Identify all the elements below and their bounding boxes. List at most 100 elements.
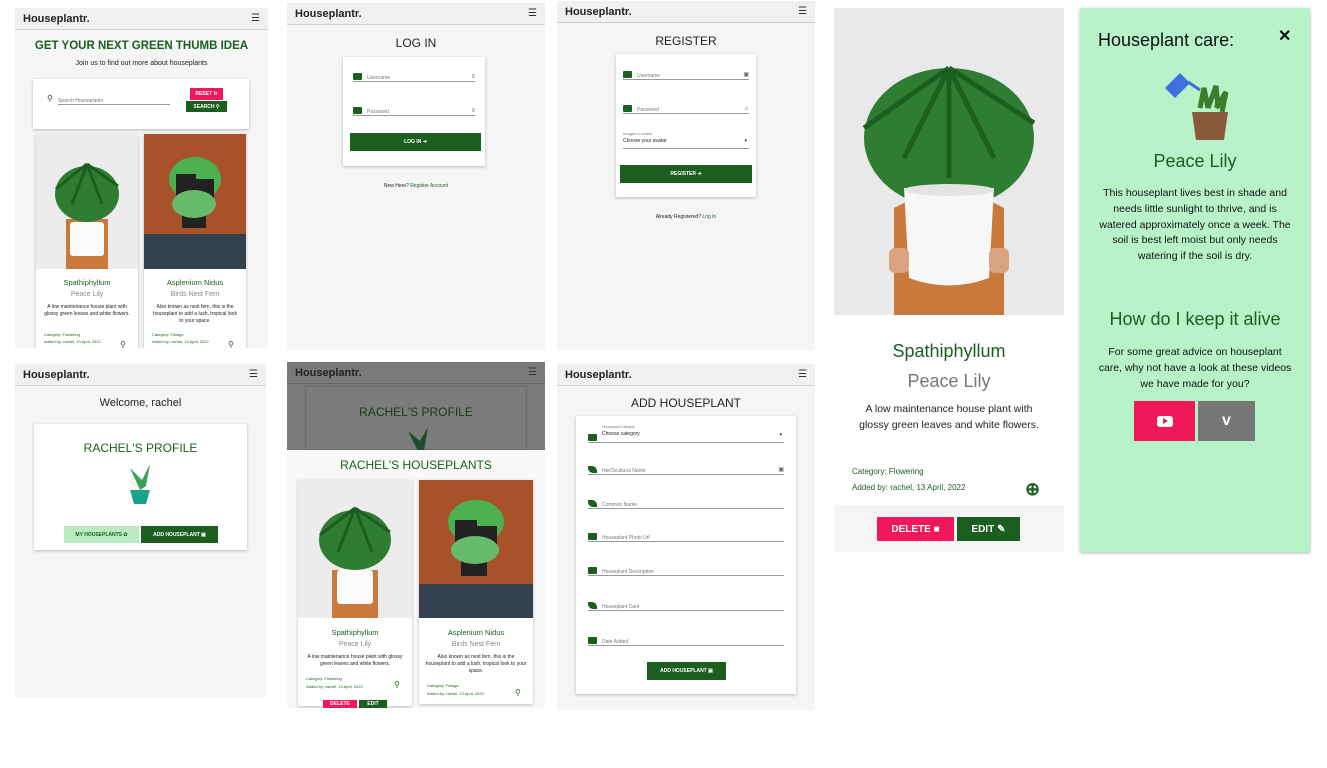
navbar: Houseplantr. ☰ — [557, 364, 815, 386]
calendar-icon — [588, 637, 597, 644]
brand-logo[interactable]: Houseplantr. — [565, 369, 632, 381]
edit-label: EDIT — [971, 523, 995, 535]
my-houseplants-label: MY HOUSEPLANTS — [75, 531, 122, 538]
user-icon — [353, 73, 362, 80]
password-field[interactable]: Password ≡ — [353, 104, 475, 116]
plant-added-by: Added by: rachel, 13 April, 2022 — [152, 339, 209, 344]
botanical-name-placeholder: Her/Scultural Name — [602, 468, 646, 474]
search-button[interactable]: SEARCH ⚲ — [186, 101, 227, 112]
plant-common-name: Birds Nest Fern — [451, 641, 501, 648]
common-name-placeholder: Common Name — [602, 502, 638, 508]
delete-button[interactable]: DELETE ■ — [877, 517, 954, 541]
menu-icon[interactable]: ☰ — [528, 8, 537, 19]
plant-detail-screen: Spathiphyllum Peace Lily A low maintenan… — [834, 8, 1064, 552]
fingerprint-icon: ☼ — [743, 106, 750, 112]
brand-logo[interactable]: Houseplantr. — [23, 369, 90, 381]
plant-card[interactable]: Asplenium Nidus Birds Nest Fern Also kno… — [144, 134, 246, 348]
avatar-select[interactable]: Choose your avatar ▾ — [623, 138, 749, 149]
menu-icon[interactable]: ☰ — [798, 6, 807, 17]
login-link[interactable]: Log In — [702, 214, 716, 220]
id-card-icon: ▣ — [778, 467, 784, 473]
navbar: Houseplantr. ☰ — [287, 3, 545, 25]
brand-logo[interactable]: Houseplantr. — [23, 13, 90, 25]
user-lock-icon — [353, 107, 362, 114]
plant-card[interactable]: Asplenium Nidus Birds Nest Fern Also kno… — [419, 480, 533, 704]
vimeo-button[interactable]: v — [1198, 401, 1255, 441]
edit-button[interactable]: EDIT ✎ — [957, 517, 1020, 541]
care-field[interactable]: Houseplant Care — [588, 599, 784, 611]
delete-button[interactable]: DELETE — [323, 700, 357, 708]
dimmed-profile-card: RACHEL'S PROFILE — [305, 386, 527, 451]
date-added-placeholder: Date Added — [602, 639, 629, 645]
caret-down-icon: ▾ — [779, 432, 782, 438]
common-name-field[interactable]: Common Name — [588, 497, 784, 509]
login-button[interactable]: LOG IN ➜ — [350, 133, 481, 151]
search-placeholder: Search Houseplants — [58, 98, 104, 104]
date-added-field[interactable]: Date Added — [588, 634, 784, 646]
id-card-icon: ▣ — [743, 72, 749, 78]
register-button-label: REGISTER — [670, 171, 696, 177]
leaf-icon — [588, 602, 597, 609]
edit-icon: ✎ — [997, 523, 1006, 535]
register-title: REGISTER — [655, 34, 717, 48]
search-card: ⚲ Search Houseplants RESET ↻ SEARCH ⚲ — [33, 79, 249, 129]
care-plant-name: Peace Lily — [1153, 151, 1237, 171]
zoom-icon[interactable]: ⚲ — [228, 340, 234, 348]
dimmed-avatar — [398, 427, 438, 451]
menu-icon[interactable]: ☰ — [798, 369, 807, 380]
plant-card[interactable]: Spathiphyllum Peace Lily A low maintenan… — [298, 480, 412, 708]
brand-logo[interactable]: Houseplantr. — [295, 367, 362, 379]
close-icon[interactable]: ✕ — [1278, 26, 1291, 46]
list-icon: ≡ — [471, 108, 475, 114]
reset-button[interactable]: RESET ↻ — [190, 88, 223, 100]
plant-category: Category: Foliage — [152, 332, 184, 337]
plant-photo — [419, 480, 533, 618]
username-field[interactable]: Username ▣ — [623, 68, 749, 80]
register-link[interactable]: Register Account — [410, 183, 448, 189]
folder-icon — [588, 434, 597, 441]
register-button[interactable]: REGISTER ➜ — [620, 165, 752, 183]
add-houseplant-button[interactable]: ADD HOUSEPLANT ▣ — [141, 526, 218, 543]
menu-icon[interactable]: ☰ — [251, 13, 260, 24]
youtube-button[interactable] — [1134, 401, 1195, 441]
category-select[interactable]: Choose category ▾ — [588, 431, 784, 443]
plant-added-by: Added by: rachel, 13 April, 2022 — [44, 339, 101, 344]
vimeo-icon: v — [1222, 412, 1231, 429]
delete-label: DELETE — [891, 523, 931, 535]
plant-card[interactable]: Spathiphyllum Peace Lily A low maintenan… — [36, 134, 138, 348]
detail-plant-photo — [834, 8, 1064, 315]
image-icon — [588, 533, 597, 540]
navbar: Houseplantr. ☰ — [15, 8, 268, 30]
brand-logo[interactable]: Houseplantr. — [295, 8, 362, 20]
search-icon: ⚲ — [47, 94, 53, 103]
edit-button[interactable]: EDIT — [359, 700, 387, 708]
menu-icon[interactable]: ☰ — [528, 367, 537, 378]
plant-photo — [144, 134, 246, 269]
zoom-icon[interactable]: ⚲ — [394, 680, 400, 689]
username-field[interactable]: Username ≡ — [353, 70, 475, 82]
my-houseplants-button[interactable]: MY HOUSEPLANTS ✿ — [64, 526, 139, 543]
detail-category: Category: Flowering — [852, 467, 924, 476]
zoom-icon[interactable]: ⚲ — [120, 340, 126, 348]
add-houseplant-label: ADD HOUSEPLANT — [153, 531, 200, 538]
add-houseplant-submit[interactable]: ADD HOUSEPLANT ▣ — [647, 662, 726, 680]
brand-logo[interactable]: Houseplantr. — [565, 6, 632, 18]
search-input[interactable]: Search Houseplants — [58, 93, 170, 105]
avatar-select-label: Images to select — [623, 131, 653, 136]
menu-icon[interactable]: ☰ — [249, 369, 258, 380]
description-field[interactable]: Houseplant Description — [588, 564, 784, 576]
zoom-in-icon[interactable]: ⊕ — [1025, 479, 1040, 500]
password-placeholder: Password — [637, 107, 659, 113]
avatar-select-value: Choose your avatar — [623, 138, 667, 144]
navbar: Houseplantr. ☰ — [557, 1, 815, 23]
category-select-value: Choose category — [602, 431, 640, 437]
password-field[interactable]: Password ☼ — [623, 102, 749, 114]
list-icon: ≡ — [471, 74, 475, 80]
plant-photo — [36, 134, 138, 269]
reset-label: RESET — [195, 91, 213, 97]
zoom-icon[interactable]: ⚲ — [515, 688, 521, 697]
photo-url-field[interactable]: Houseplant Photo Url — [588, 530, 784, 542]
user-lock-icon — [623, 105, 632, 112]
botanical-name-field[interactable]: Her/Scultural Name ▣ — [588, 463, 784, 475]
already-registered-text: Already Registered? — [655, 214, 701, 220]
